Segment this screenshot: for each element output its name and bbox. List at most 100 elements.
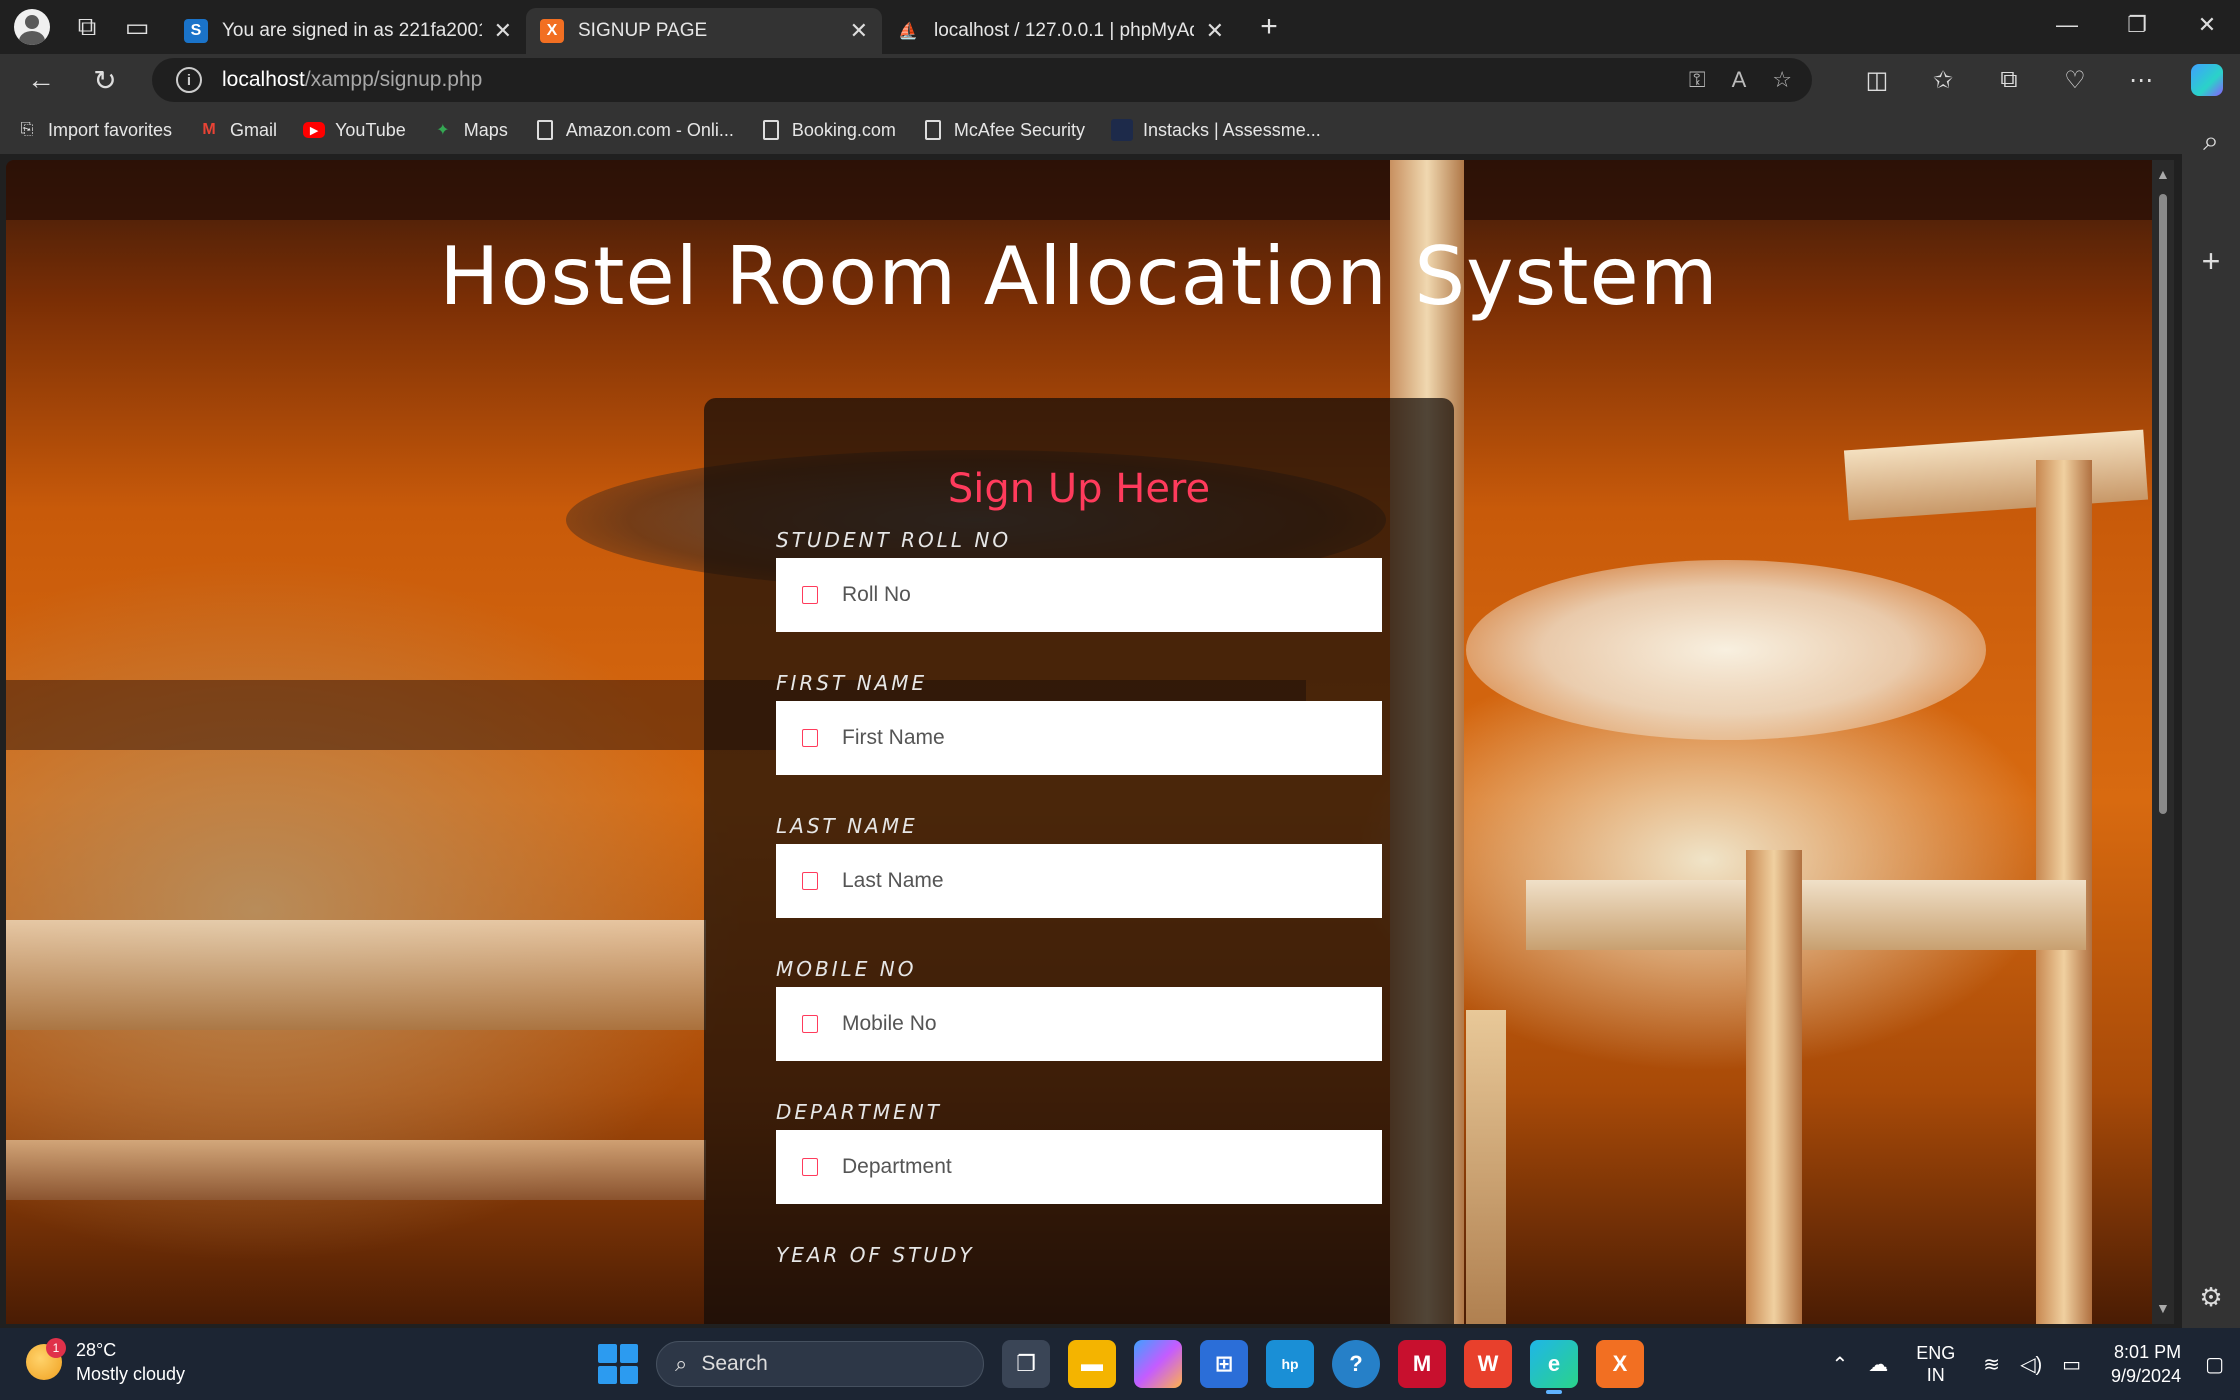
scrollbar-thumb[interactable]: [2159, 194, 2167, 814]
screen: ⧉ ▭ S You are signed in as 221fa20017 ✕ …: [0, 0, 2240, 1400]
label-last-name: LAST NAME: [776, 814, 918, 838]
page-icon: [922, 119, 944, 141]
myhp-icon[interactable]: hp: [1266, 1340, 1314, 1388]
close-tab-icon[interactable]: ✕: [494, 18, 512, 44]
favorite-star-icon[interactable]: ☆: [1772, 67, 1792, 93]
task-view-icon[interactable]: ❐: [1002, 1340, 1050, 1388]
key-icon[interactable]: ⚿: [1689, 67, 1706, 93]
bookmark-gmail[interactable]: M Gmail: [198, 119, 277, 141]
bookmark-import-favorites[interactable]: ⎘ Import favorites: [16, 119, 172, 141]
roll-no-field[interactable]: [776, 558, 1382, 632]
wifi-icon[interactable]: ≋: [1983, 1352, 2000, 1377]
last-name-field[interactable]: [776, 844, 1382, 918]
department-field[interactable]: [776, 1130, 1382, 1204]
workspaces-icon[interactable]: ⧉: [62, 2, 112, 52]
tab-signed-in[interactable]: S You are signed in as 221fa20017 ✕: [170, 8, 526, 54]
wps-office-icon[interactable]: W: [1464, 1340, 1512, 1388]
browser-essentials-icon[interactable]: ♡: [2042, 54, 2108, 106]
maps-icon: ✦: [436, 122, 450, 139]
first-name-input[interactable]: [842, 726, 1362, 750]
close-window-icon[interactable]: ✕: [2172, 0, 2240, 50]
search-label: Search: [701, 1352, 768, 1375]
search-icon: ⌕: [675, 1351, 688, 1376]
page-scrollbar[interactable]: ▲ ▼: [2152, 160, 2174, 1324]
minimize-icon[interactable]: —: [2032, 0, 2102, 50]
clock-date: 9/9/2024: [2111, 1366, 2182, 1386]
help-icon[interactable]: ?: [1332, 1340, 1380, 1388]
label-year-of-study: YEAR OF STUDY: [776, 1243, 975, 1267]
volume-icon[interactable]: ◁): [2020, 1352, 2042, 1377]
scroll-down-icon[interactable]: ▼: [2156, 1300, 2170, 1316]
tab-title: You are signed in as 221fa20017: [222, 20, 482, 41]
mcafee-icon[interactable]: M: [1398, 1340, 1446, 1388]
bookmark-booking[interactable]: Booking.com: [760, 119, 896, 141]
bookmark-instacks[interactable]: Instacks | Assessme...: [1110, 119, 1321, 141]
first-name-field[interactable]: [776, 701, 1382, 775]
scene-shadow: [6, 160, 2152, 220]
bookmark-mcafee[interactable]: McAfee Security: [922, 119, 1085, 141]
split-screen-icon[interactable]: ◫: [1844, 54, 1910, 106]
site-info-icon[interactable]: i: [176, 67, 202, 93]
bookmark-label: Gmail: [230, 119, 278, 140]
taskbar-search[interactable]: ⌕ Search: [656, 1341, 984, 1387]
profile-avatar-icon[interactable]: [14, 9, 50, 45]
notifications-icon[interactable]: ▢: [2205, 1352, 2224, 1377]
gmail-icon: M: [202, 121, 216, 138]
tray-overflow-icon[interactable]: ⌃: [1832, 1352, 1849, 1377]
tab-signup-page[interactable]: X SIGNUP PAGE ✕: [526, 8, 882, 54]
tab-phpmyadmin[interactable]: ⛵ localhost / 127.0.0.1 | phpMyAdm ✕: [882, 8, 1238, 54]
browser-tab-bar: ⧉ ▭ S You are signed in as 221fa20017 ✕ …: [0, 0, 2240, 54]
bookmark-label: Booking.com: [791, 119, 896, 140]
department-field-icon: [802, 1158, 818, 1176]
sidebar-add-icon[interactable]: +: [2182, 236, 2240, 286]
bookmark-youtube[interactable]: ▶ YouTube: [303, 120, 406, 141]
mobile-no-input[interactable]: [842, 1012, 1362, 1036]
close-tab-icon[interactable]: ✕: [1206, 18, 1224, 44]
xampp-icon[interactable]: X: [1596, 1340, 1644, 1388]
copilot-icon[interactable]: [2174, 54, 2240, 106]
roll-no-input[interactable]: [842, 583, 1362, 607]
more-options-icon[interactable]: ⋯: [2108, 54, 2174, 106]
lang-line2: IN: [1926, 1365, 1945, 1385]
collections-icon[interactable]: ⧉: [1976, 54, 2042, 106]
start-icon[interactable]: [598, 1344, 638, 1384]
page-title: Hostel Room Allocation System: [439, 230, 1719, 323]
department-input[interactable]: [842, 1155, 1362, 1179]
language-indicator[interactable]: ENG IN: [1916, 1342, 1955, 1386]
weather-temp: 28°C: [76, 1340, 117, 1360]
battery-icon[interactable]: ▭: [2062, 1352, 2081, 1377]
last-name-input[interactable]: [842, 869, 1362, 893]
last-name-field-icon: [802, 872, 818, 890]
xampp-favicon-icon: X: [540, 19, 564, 43]
close-tab-icon[interactable]: ✕: [850, 18, 868, 44]
back-icon[interactable]: ←: [14, 58, 68, 102]
refresh-icon[interactable]: ↻: [78, 58, 132, 102]
mobile-no-field[interactable]: [776, 987, 1382, 1061]
copilot-app-icon[interactable]: [1134, 1340, 1182, 1388]
edge-browser-icon[interactable]: e: [1530, 1340, 1578, 1394]
address-bar[interactable]: i localhost/xampp/signup.php ⚿ A ☆: [152, 58, 1812, 102]
favorites-icon[interactable]: ✩: [1910, 54, 1976, 106]
scene-pillow: [1466, 560, 1986, 740]
read-aloud-icon[interactable]: A: [1732, 67, 1747, 93]
new-tab-icon[interactable]: +: [1244, 2, 1294, 52]
url-text[interactable]: localhost/xampp/signup.php: [222, 68, 482, 92]
clock[interactable]: 8:01 PM 9/9/2024: [2111, 1340, 2181, 1388]
weather-widget[interactable]: 1 28°C Mostly cloudy: [26, 1338, 185, 1386]
restore-icon[interactable]: ❐: [2102, 0, 2172, 50]
file-explorer-icon[interactable]: ▬: [1068, 1340, 1116, 1388]
onedrive-icon[interactable]: ☁: [1868, 1352, 1888, 1377]
weather-icon: 1: [26, 1338, 66, 1380]
bookmark-label: Maps: [463, 119, 508, 140]
tab-actions-icon[interactable]: ▭: [112, 2, 162, 52]
bookmark-amazon[interactable]: Amazon.com - Onli...: [534, 119, 734, 141]
bookmark-label: Instacks | Assessme...: [1142, 119, 1321, 140]
bookmark-label: Import favorites: [48, 119, 173, 140]
sidebar-search-icon[interactable]: ⌕: [2182, 116, 2240, 166]
favicon-s-icon: S: [184, 19, 208, 43]
store-icon[interactable]: ⊞: [1200, 1340, 1248, 1388]
sidebar-settings-icon[interactable]: ⚙: [2182, 1272, 2240, 1322]
scroll-up-icon[interactable]: ▲: [2156, 166, 2170, 182]
bookmark-maps[interactable]: ✦ Maps: [432, 119, 508, 141]
label-mobile-no: MOBILE NO: [776, 957, 917, 981]
